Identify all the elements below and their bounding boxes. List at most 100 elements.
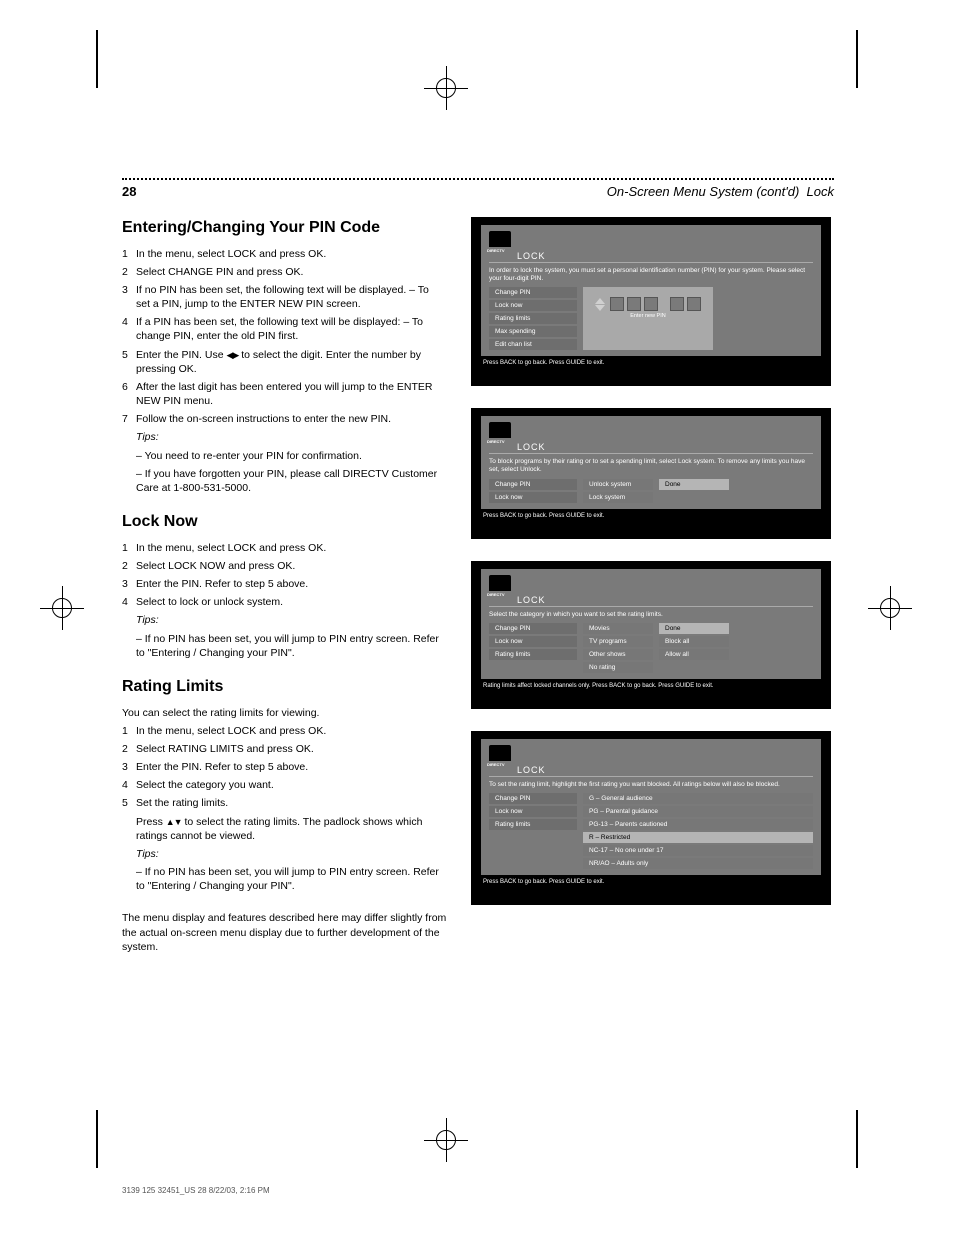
- menu-item[interactable]: Edit chan list: [489, 339, 577, 350]
- registration-mark: [890, 586, 891, 630]
- menu-item[interactable]: Lock now: [489, 806, 577, 817]
- tile-title: LOCK: [517, 595, 813, 605]
- header-divider: [122, 178, 834, 180]
- pin-digit-input[interactable]: [644, 297, 658, 311]
- screenshot-rating-list: LOCK To set the rating limit, highlight …: [471, 731, 831, 905]
- directv-logo-icon: [489, 231, 511, 247]
- category-option[interactable]: Other shows: [583, 649, 653, 660]
- s2-step: In the menu, select LOCK and press OK.: [136, 541, 443, 555]
- tips-label: Tips:: [136, 614, 159, 626]
- s1-step: If a PIN has been set, the following tex…: [136, 315, 443, 343]
- breadcrumb: On-Screen Menu System (cont'd): [607, 184, 800, 199]
- tile-title: LOCK: [517, 442, 813, 452]
- allow-all-button[interactable]: Allow all: [659, 649, 729, 660]
- screenshot-lock-now: LOCK To block programs by their rating o…: [471, 408, 831, 538]
- tips-label: Tips:: [136, 848, 159, 860]
- left-right-arrows-icon: [226, 349, 238, 361]
- pin-stepper-arrows[interactable]: [595, 298, 605, 311]
- menu-item[interactable]: Change PIN: [489, 793, 577, 804]
- menu-item[interactable]: Rating limits: [489, 649, 577, 660]
- done-button[interactable]: Done: [659, 479, 729, 490]
- print-footer: 3139 125 32451_US 28 8/22/03, 2:16 PM: [122, 1186, 270, 1195]
- menu-item[interactable]: Change PIN: [489, 479, 577, 490]
- s1-step: In the menu, select LOCK and press OK.: [136, 247, 443, 261]
- registration-mark: [446, 1118, 447, 1162]
- directv-logo-icon: [489, 745, 511, 761]
- tile-desc: To block programs by their rating or to …: [489, 458, 813, 474]
- rating-option[interactable]: PG-13 – Parents cautioned: [583, 819, 813, 830]
- s1-step: Enter the PIN. Use to select the digit. …: [136, 348, 443, 376]
- tile-desc: In order to lock the system, you must se…: [489, 267, 813, 283]
- s1-step: After the last digit has been entered yo…: [136, 380, 443, 408]
- s1-step: Select CHANGE PIN and press OK.: [136, 265, 443, 279]
- screenshot-pin-entry: LOCK In order to lock the system, you mu…: [471, 217, 831, 386]
- footnote: The menu display and features described …: [122, 911, 447, 954]
- menu-item[interactable]: Change PIN: [489, 287, 577, 298]
- screenshot-rating-categories: LOCK Select the category in which you wa…: [471, 561, 831, 709]
- s3-note: – If no PIN has been set, you will jump …: [136, 865, 447, 893]
- menu-item[interactable]: Lock now: [489, 300, 577, 311]
- rating-option[interactable]: G – General audience: [583, 793, 813, 804]
- category-option[interactable]: No rating: [583, 662, 653, 673]
- done-button[interactable]: Done: [659, 623, 729, 634]
- s2-step: Select to lock or unlock system.: [136, 595, 443, 609]
- s3-step: Enter the PIN. Refer to step 5 above.: [136, 760, 443, 774]
- rating-option[interactable]: R – Restricted: [583, 832, 813, 843]
- menu-item[interactable]: Change PIN: [489, 623, 577, 634]
- tile-desc: To set the rating limit, highlight the f…: [489, 781, 813, 789]
- tips-label: Tips:: [136, 431, 159, 443]
- pin-label: Enter new PIN: [591, 313, 705, 319]
- s1-note: – You need to re-enter your PIN for conf…: [136, 449, 447, 463]
- page-content: 28 On-Screen Menu System (cont'd) Lock E…: [122, 178, 834, 964]
- breadcrumb-sub: Lock: [807, 184, 834, 199]
- tile-title: LOCK: [517, 765, 813, 775]
- chevron-down-icon: [595, 305, 605, 311]
- instructions-column: Entering/Changing Your PIN Code 1In the …: [122, 217, 447, 964]
- category-option[interactable]: TV programs: [583, 636, 653, 647]
- s1-step: Follow the on-screen instructions to ent…: [136, 412, 443, 426]
- menu-item[interactable]: Max spending: [489, 326, 577, 337]
- crop-mark: [856, 1110, 858, 1168]
- rating-option[interactable]: NR/AO – Adults only: [583, 858, 813, 869]
- pin-digit-input[interactable]: [610, 297, 624, 311]
- pin-action-box[interactable]: [670, 297, 684, 311]
- section-title-rating: Rating Limits: [122, 676, 447, 698]
- screenshots-column: LOCK In order to lock the system, you mu…: [471, 217, 831, 964]
- pin-action-box[interactable]: [687, 297, 701, 311]
- pin-panel: Enter new PIN: [583, 287, 713, 350]
- menu-item[interactable]: Lock now: [489, 492, 577, 503]
- pin-digit-input[interactable]: [627, 297, 641, 311]
- tile-title: LOCK: [517, 251, 813, 261]
- s1-note: – If you have forgotten your PIN, please…: [136, 467, 447, 495]
- option-unlock[interactable]: Unlock system: [583, 479, 653, 490]
- s3-step: Select RATING LIMITS and press OK.: [136, 742, 443, 756]
- s2-step: Enter the PIN. Refer to step 5 above.: [136, 577, 443, 591]
- tile-hint: Rating limits affect locked channels onl…: [481, 679, 821, 689]
- up-down-arrows-icon: [166, 816, 182, 828]
- crop-mark: [96, 30, 98, 88]
- rating-option[interactable]: NC-17 – No one under 17: [583, 845, 813, 856]
- menu-item[interactable]: Rating limits: [489, 313, 577, 324]
- s3-step: Select the category you want.: [136, 778, 443, 792]
- s2-note: – If no PIN has been set, you will jump …: [136, 632, 447, 660]
- tile-hint: Press BACK to go back. Press GUIDE to ex…: [481, 875, 821, 885]
- page-header: 28 On-Screen Menu System (cont'd) Lock: [122, 184, 834, 199]
- s3-sub: Press to select the rating limits. The p…: [136, 815, 447, 843]
- tile-hint: Press BACK to go back. Press GUIDE to ex…: [481, 356, 821, 366]
- section-title-pin: Entering/Changing Your PIN Code: [122, 217, 447, 239]
- crop-mark: [96, 1110, 98, 1168]
- menu-item[interactable]: Rating limits: [489, 819, 577, 830]
- menu-item[interactable]: Lock now: [489, 636, 577, 647]
- category-option[interactable]: Movies: [583, 623, 653, 634]
- s2-step: Select LOCK NOW and press OK.: [136, 559, 443, 573]
- directv-logo-icon: [489, 422, 511, 438]
- s3-step: Set the rating limits.: [136, 796, 443, 810]
- directv-logo-icon: [489, 575, 511, 591]
- rating-option[interactable]: PG – Parental guidance: [583, 806, 813, 817]
- block-all-button[interactable]: Block all: [659, 636, 729, 647]
- s1-step: If no PIN has been set, the following te…: [136, 283, 443, 311]
- registration-mark: [62, 586, 63, 630]
- page-number: 28: [122, 184, 136, 199]
- s3-intro: You can select the rating limits for vie…: [122, 706, 447, 720]
- option-lock[interactable]: Lock system: [583, 492, 653, 503]
